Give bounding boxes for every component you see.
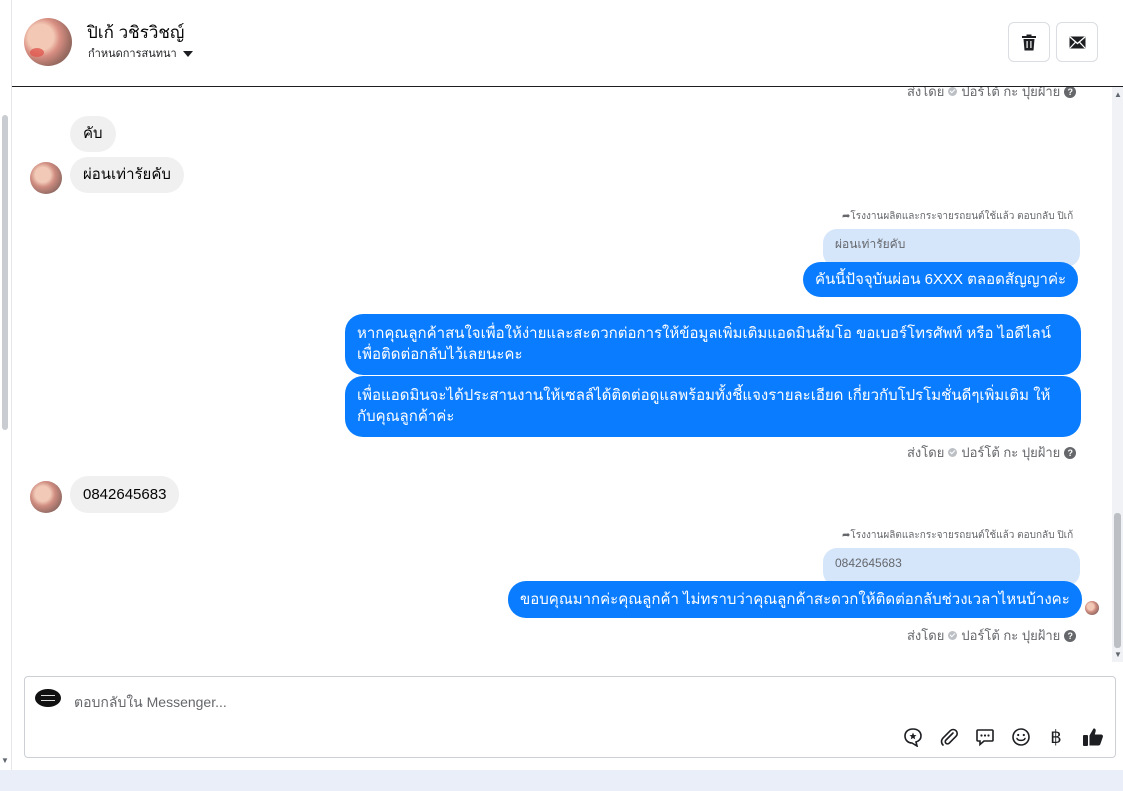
help-icon[interactable]: ? [1064,446,1077,459]
scroll-down-arrow-icon[interactable]: ▼ [1114,650,1122,659]
incoming-message[interactable]: 0842645683 [70,476,180,513]
page-avatar [35,689,61,707]
incoming-message[interactable]: ผ่อนเท่ารัยคับ [70,157,184,193]
seen-avatar [1085,601,1099,615]
trash-icon [1022,34,1036,50]
sent-by-label: ส่งโดย [907,445,945,460]
sent-by-info: ส่งโดย ปอร์โต้ กะ ปุยฝ้าย ? [907,87,1077,102]
help-icon[interactable]: ? [1064,87,1077,98]
saved-reply-icon [904,728,922,747]
outgoing-message[interactable]: คันนี้ปัจจุบันผ่อน 6XXX ตลอดสัญญาค่ะ [803,262,1079,297]
outgoing-message[interactable]: ขอบคุณมากค่ะคุณลูกค้า ไม่ทราบว่าคุณลูกค้… [508,581,1082,618]
contact-avatar-small [30,481,62,513]
message-button[interactable] [973,726,997,748]
outgoing-message[interactable]: หากคุณลูกค้าสนใจเพื่อให้ง่ายและสะดวกต่อก… [345,314,1081,375]
emoji-icon [1012,728,1030,746]
contact-name[interactable]: ปิเก้ วชิรวิชญ์ [87,19,184,46]
check-icon [948,87,958,96]
mail-icon [1069,35,1085,48]
sent-by-info: ส่งโดย ปอร์โต้ กะ ปุยฝ้าย ? [907,442,1077,463]
contact-avatar-small [30,162,62,194]
delete-button[interactable] [1008,22,1050,62]
conversation-settings-label: กำหนดการสนทนา [88,48,177,60]
left-scrollbar[interactable] [2,115,8,430]
reply-note: ➦โรงงานผลิตและกระจายรถยนต์ใช้แล้ว ตอบกลั… [842,530,1074,541]
sender-name: ปอร์โต้ กะ ปุยฝ้าย [961,628,1061,643]
check-icon [948,631,958,640]
outgoing-message[interactable]: เพื่อแอดมินจะได้ประสานงานให้เซลล์ได้ติดต… [345,376,1081,437]
attachment-button[interactable] [937,726,961,748]
conversation-settings-dropdown[interactable]: กำหนดการสนทนา [88,44,193,62]
contact-avatar[interactable] [24,18,72,66]
like-icon [1083,728,1103,746]
reply-composer[interactable]: ตอบกลับใน Messenger... ฿ [24,676,1116,758]
caret-down-icon [182,51,193,58]
sender-name: ปอร์โต้ กะ ปุยฝ้าย [961,445,1061,460]
scroll-down-arrow-icon[interactable]: ▼ [1,756,9,765]
scroll-up-arrow-icon[interactable]: ▲ [1114,90,1122,99]
message-thread[interactable]: ส่งโดย ปอร์โต้ กะ ปุยฝ้าย ? คับ ผ่อนเท่า… [12,87,1110,662]
thread-scrollbar-thumb[interactable] [1114,513,1121,648]
sent-by-label: ส่งโดย [907,87,945,99]
reply-input[interactable]: ตอบกลับใน Messenger... [74,692,227,714]
saved-reply-button[interactable] [901,726,925,748]
mail-button[interactable] [1056,22,1098,62]
incoming-message[interactable]: คับ [70,116,116,152]
message-icon [976,729,994,747]
conversation-header: ปิเก้ วชิรวิชญ์ กำหนดการสนทนา [12,0,1123,87]
like-button[interactable] [1081,726,1105,748]
attachment-icon [940,728,958,746]
emoji-button[interactable] [1009,726,1033,748]
sent-by-info: ส่งโดย ปอร์โต้ กะ ปุยฝ้าย ? [907,625,1077,646]
baht-icon[interactable]: ฿ [1044,726,1068,748]
reply-note: ➦โรงงานผลิตและกระจายรถยนต์ใช้แล้ว ตอบกลั… [842,211,1074,222]
check-icon [948,448,958,457]
page-footer-bar [0,770,1123,791]
sender-name: ปอร์โต้ กะ ปุยฝ้าย [961,87,1061,99]
help-icon[interactable]: ? [1064,629,1077,642]
sent-by-label: ส่งโดย [907,628,945,643]
